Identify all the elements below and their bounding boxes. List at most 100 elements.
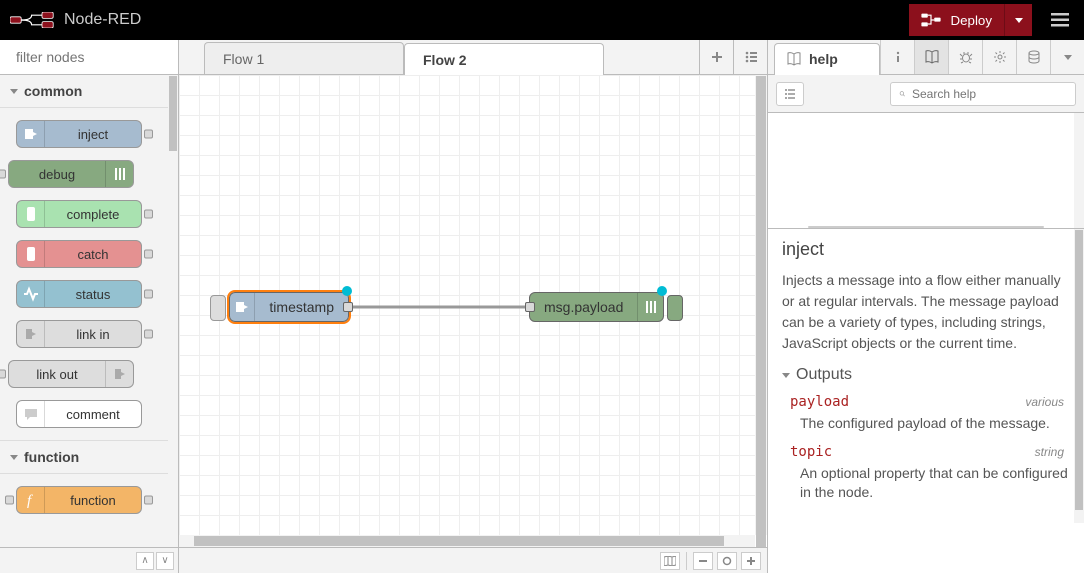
navigator-button[interactable] xyxy=(660,552,680,570)
palette-search-input[interactable] xyxy=(16,49,197,65)
flow-canvas[interactable]: timestamp msg.payload xyxy=(179,75,755,535)
tab-label: Flow 1 xyxy=(223,51,264,67)
inject-icon xyxy=(230,293,255,321)
node-input-port[interactable] xyxy=(525,302,535,312)
sidebar-btn-more[interactable] xyxy=(1050,40,1084,74)
sidebar-panel: help inj xyxy=(768,40,1084,573)
workspace-footer xyxy=(179,547,767,573)
canvas-hscroll[interactable] xyxy=(179,535,755,547)
palette-scrollbar[interactable] xyxy=(168,75,178,547)
palette-footer: ∧ ∨ xyxy=(0,547,178,573)
canvas-vscroll[interactable] xyxy=(755,75,767,535)
palette-node-debug[interactable]: debug xyxy=(8,160,134,188)
svg-text:f: f xyxy=(27,493,33,508)
comment-icon xyxy=(17,401,45,427)
deploy-button[interactable]: Deploy xyxy=(909,4,1005,36)
flow-node-label: timestamp xyxy=(255,299,348,315)
palette-node-label: complete xyxy=(45,207,141,222)
palette-node-function[interactable]: f function xyxy=(16,486,142,514)
sidebar-toolbar xyxy=(768,75,1084,113)
tab-flow-1[interactable]: Flow 1 xyxy=(204,42,404,74)
search-icon xyxy=(899,88,906,100)
help-search[interactable] xyxy=(890,82,1076,106)
node-port xyxy=(144,210,153,219)
help-output-desc: An optional property that can be configu… xyxy=(790,460,1070,513)
palette-node-comment[interactable]: comment xyxy=(16,400,142,428)
zoom-in-button[interactable] xyxy=(741,552,761,570)
node-port xyxy=(144,130,153,139)
tab-label: Flow 2 xyxy=(423,52,467,68)
palette-category-common[interactable]: common xyxy=(0,75,168,108)
node-changed-indicator xyxy=(342,286,352,296)
palette-collapse-button[interactable]: ∧ xyxy=(136,552,154,570)
flow-node-debug[interactable]: msg.payload xyxy=(529,292,664,322)
node-port xyxy=(144,250,153,259)
palette-node-label: comment xyxy=(45,407,141,422)
sidebar-btn-context[interactable] xyxy=(1016,40,1050,74)
sidebar-btn-info[interactable] xyxy=(880,40,914,74)
deploy-label: Deploy xyxy=(951,13,993,28)
palette-search[interactable] xyxy=(0,40,178,75)
sidebar-header: help xyxy=(768,40,1084,75)
palette-node-inject[interactable]: inject xyxy=(16,120,142,148)
flow-node-timestamp[interactable]: timestamp xyxy=(229,292,349,322)
palette-node-link-in[interactable]: link in xyxy=(16,320,142,348)
inject-icon xyxy=(17,121,45,147)
main-menu-button[interactable] xyxy=(1046,12,1074,28)
app-title: Node-RED xyxy=(64,11,141,29)
palette-expand-button[interactable]: ∨ xyxy=(156,552,174,570)
catch-icon xyxy=(17,241,45,267)
help-topic-tree[interactable] xyxy=(768,113,1084,229)
tab-flow-2[interactable]: Flow 2 xyxy=(404,43,604,75)
palette-node-catch[interactable]: catch xyxy=(16,240,142,268)
map-icon xyxy=(664,556,676,566)
gear-icon xyxy=(993,50,1007,64)
link-out-icon xyxy=(105,361,133,387)
inject-trigger-button[interactable] xyxy=(210,295,226,321)
book-icon xyxy=(925,50,939,64)
workspace-tabs: Flow 1 Flow 2 xyxy=(179,40,767,75)
help-search-input[interactable] xyxy=(912,87,1067,101)
function-icon: f xyxy=(17,487,45,513)
plus-icon xyxy=(710,50,724,64)
node-port xyxy=(144,496,153,505)
flow-node-label: msg.payload xyxy=(530,299,637,315)
sidebar-tab-help[interactable]: help xyxy=(774,43,880,75)
help-tree-scrollbar[interactable] xyxy=(1074,113,1084,228)
circle-icon xyxy=(722,556,732,566)
chevron-down-icon xyxy=(10,455,18,460)
node-output-port[interactable] xyxy=(343,302,353,312)
sidebar-btn-debug[interactable] xyxy=(948,40,982,74)
status-icon xyxy=(17,281,45,307)
palette-category-function[interactable]: function xyxy=(0,440,168,474)
palette-category-label: function xyxy=(24,449,79,465)
debug-icon xyxy=(637,293,663,321)
minus-icon xyxy=(698,556,708,566)
zoom-out-button[interactable] xyxy=(693,552,713,570)
zoom-reset-button[interactable] xyxy=(717,552,737,570)
palette-node-label: catch xyxy=(45,247,141,262)
plus-icon xyxy=(746,556,756,566)
help-toc-button[interactable] xyxy=(776,82,804,106)
palette-node-status[interactable]: status xyxy=(16,280,142,308)
app-logo: Node-RED xyxy=(10,11,141,29)
tab-list-button[interactable] xyxy=(733,40,767,74)
debug-toggle-button[interactable] xyxy=(667,295,683,321)
info-icon xyxy=(891,50,905,64)
add-tab-button[interactable] xyxy=(699,40,733,74)
sidebar-btn-help[interactable] xyxy=(914,40,948,74)
help-output-name: payloadvarious xyxy=(790,394,1070,410)
list-icon xyxy=(784,88,796,100)
help-outputs-heading[interactable]: Outputs xyxy=(782,366,1070,384)
sidebar-btn-config[interactable] xyxy=(982,40,1016,74)
sidebar-title-label: help xyxy=(809,51,838,67)
palette-node-label: inject xyxy=(45,127,141,142)
help-content-scrollbar[interactable] xyxy=(1074,229,1084,523)
node-port xyxy=(0,370,6,379)
workspace: Flow 1 Flow 2 timestamp xyxy=(179,40,768,573)
palette-node-link-out[interactable]: link out xyxy=(8,360,134,388)
help-section-label: Outputs xyxy=(796,366,852,384)
palette-node-label: function xyxy=(45,493,141,508)
palette-node-complete[interactable]: complete xyxy=(16,200,142,228)
deploy-dropdown[interactable] xyxy=(1004,4,1032,36)
